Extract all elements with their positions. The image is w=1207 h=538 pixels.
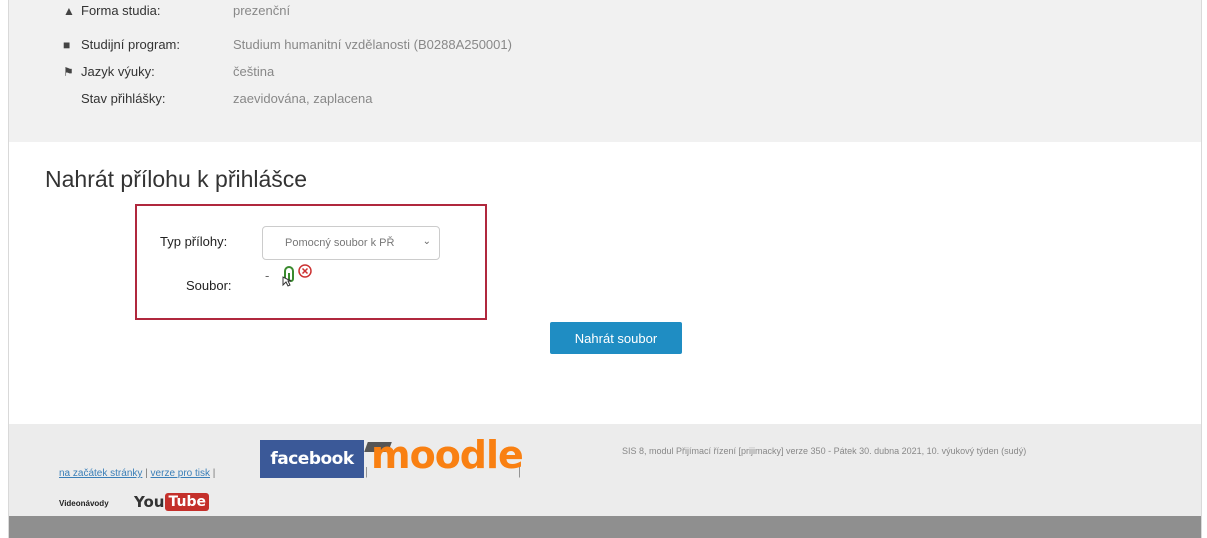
footer-separator: | [145, 468, 148, 479]
facebook-logo[interactable]: facebook [260, 440, 364, 478]
remove-file-icon[interactable] [298, 264, 312, 283]
info-row-status: Stav přihlášky: zaevidována, zaplacena [63, 91, 373, 106]
attachment-type-select[interactable]: Pomocný soubor k PŘ ⌄ [262, 226, 440, 260]
info-row-language: ⚑ Jazyk výuky: čeština [63, 64, 274, 79]
youtube-logo[interactable]: You Tube [134, 493, 209, 511]
upload-form-highlight [135, 204, 487, 320]
book-icon: ■ [63, 37, 71, 52]
file-value: - [265, 268, 270, 283]
application-info-panel: ▲ Forma studia: prezenční ■ Studijní pro… [9, 0, 1201, 142]
info-label: Jazyk výuky: [81, 64, 155, 79]
footer-links: na začátek stránky | verze pro tisk | [59, 468, 215, 479]
info-label: Stav přihlášky: [81, 91, 166, 106]
info-value: Studium humanitní vzdělanosti (B0288A250… [233, 37, 512, 52]
info-label: Studijní program: [81, 37, 180, 52]
video-guides-label: Videonávody [59, 499, 109, 508]
attachment-type-label: Typ přílohy: [160, 234, 228, 249]
page-frame: ▲ Forma studia: prezenční ■ Studijní pro… [8, 0, 1202, 538]
sis-version-info: SIS 8, modul Přijímací řízení [prijimack… [622, 446, 1027, 456]
graduation-cap-icon: ▲ [63, 3, 75, 18]
info-value: prezenční [233, 3, 291, 18]
paperclip-icon[interactable] [279, 265, 297, 292]
footer-separator: | [212, 468, 216, 479]
info-row-study-program: ■ Studijní program: Studium humanitní vz… [63, 37, 512, 52]
info-value: zaevidována, zaplacena [233, 91, 373, 106]
page-title: Nahrát přílohu k přihlášce [45, 166, 308, 192]
info-row-study-form: ▲ Forma studia: prezenční [63, 3, 290, 18]
chevron-down-icon: ⌄ [422, 236, 431, 247]
file-label: Soubor: [186, 278, 232, 293]
footer-separator: | [365, 466, 368, 478]
footer-separator: | [518, 466, 521, 478]
info-value: čeština [233, 64, 275, 79]
attachment-type-selected: Pomocný soubor k PŘ [285, 237, 395, 249]
moodle-logo[interactable]: moodle [371, 433, 524, 477]
back-to-top-link[interactable]: na začátek stránky [59, 468, 142, 479]
info-label: Forma studia: [81, 3, 161, 18]
upload-file-button[interactable]: Nahrát soubor [550, 322, 682, 354]
youtube-you-text: You [134, 493, 165, 511]
youtube-tube-text: Tube [165, 493, 209, 511]
bottom-bar [9, 516, 1201, 538]
print-version-link[interactable]: verze pro tisk [151, 468, 210, 479]
flag-icon: ⚑ [63, 64, 74, 79]
